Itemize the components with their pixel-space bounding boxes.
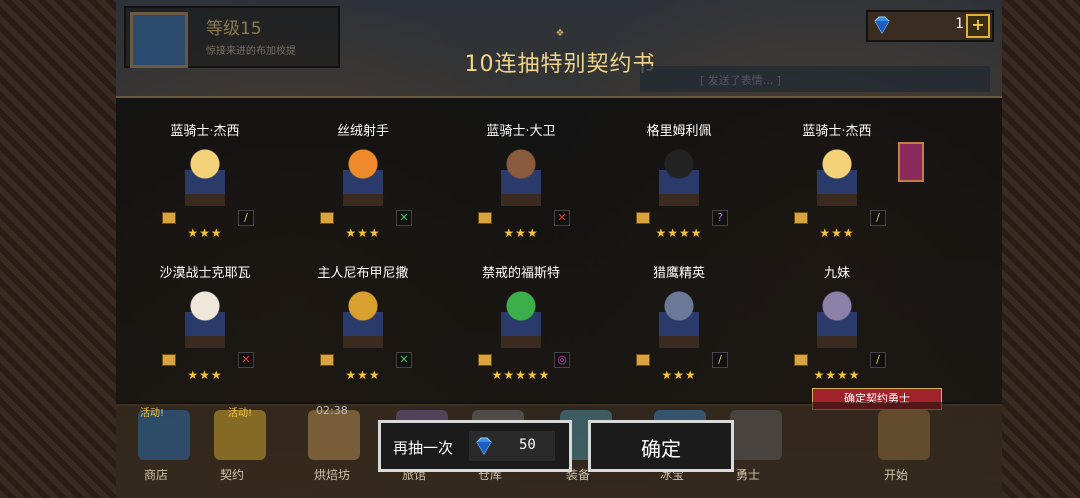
banner-icon [898,142,924,182]
nav-icon [730,410,782,460]
hero-card[interactable]: 九妹 / ★★★★ [772,262,902,402]
player-avatar[interactable] [130,12,188,68]
hero-sprite [185,146,225,206]
draw-again-label: 再抽一次 [393,439,454,457]
diamond-icon [476,437,492,455]
nav-icon [878,410,930,460]
hero-sprite [659,288,699,348]
draw-again-button[interactable]: 再抽一次 50 [378,420,572,472]
hero-card[interactable]: 主人尼布甲尼撒 ✕ ★★★ [298,262,428,402]
star-rating: ★★★ [345,368,381,382]
sword-icon: / [238,210,254,226]
nav-item[interactable]: 商店 [144,466,168,483]
hero-name: 蓝骑士·杰西 [802,124,872,139]
scroll-icon [636,212,650,224]
draw-cost: 50 [519,437,536,453]
hero-name: 九妹 [823,266,850,281]
scroll-icon [636,354,650,366]
activity-badge: 活动! [228,408,253,419]
hero-name: 沙漠战士克耶瓦 [159,266,251,281]
hero-sprite [817,146,857,206]
scroll-icon [320,212,334,224]
scroll-icon [794,354,808,366]
hero-name: 蓝骑士·大卫 [486,124,556,139]
title-ornament-icon: ❖ [555,28,565,39]
add-gems-button[interactable]: + [966,14,990,38]
sword-icon: / [870,352,886,368]
hero-name: 丝绒射手 [336,124,389,139]
scroll-icon [478,354,492,366]
sword-icon: / [870,210,886,226]
hero-sprite [185,288,225,348]
scroll-icon [478,212,492,224]
scroll-icon [320,354,334,366]
bow-icon: ✕ [396,352,412,368]
hero-sprite [659,146,699,206]
cost-box: 50 [469,431,555,461]
star-rating: ★★★ [187,226,223,240]
star-rating: ★★★ [661,368,697,382]
hero-card[interactable]: 丝绒射手 ✕ ★★★ [298,120,428,260]
player-card[interactable]: 等级15 惊接来进的布加校提 [124,6,340,68]
nav-item[interactable]: 勇士 [736,466,760,483]
hero-name: 格里姆利佩 [646,124,712,139]
hero-card[interactable]: 格里姆利佩? ★★★★ [614,120,744,260]
cross-icon: ✕ [238,352,254,368]
star-rating: ★★★★★ [491,368,551,382]
right-frame [1002,0,1080,498]
confirm-label: 确定 [641,437,681,461]
gem-count: 1 [955,16,964,32]
hero-card[interactable]: 蓝骑士·大卫 ✕ ★★★ [456,120,586,260]
sword-icon: / [712,352,728,368]
orb-icon: ◎ [554,352,570,368]
hero-name: 主人尼布甲尼撒 [317,266,409,281]
nav-icon [308,410,360,460]
hero-name: 禁戒的福斯特 [481,266,560,281]
hero-sprite [501,146,541,206]
staff-icon: ? [712,210,728,226]
hero-name: 蓝骑士·杰西 [170,124,240,139]
bow-icon: ✕ [396,210,412,226]
star-rating: ★★★★ [655,226,703,240]
hero-card[interactable]: 猎鹰精英 / ★★★ [614,262,744,402]
activity-badge: 活动! [140,408,165,419]
nav-timer: 02:38 [316,404,348,417]
star-rating: ★★★ [345,226,381,240]
hero-card[interactable]: 禁戒的福斯特 ◎ ★★★★★ [456,262,586,402]
player-level: 等级15 [206,19,262,39]
hero-name: 猎鹰精英 [652,266,705,281]
diamond-icon [874,16,890,34]
star-rating: ★★★ [503,226,539,240]
nav-item[interactable]: 开始 [884,466,908,483]
confirm-button[interactable]: 确定 [588,420,734,472]
scroll-icon [162,212,176,224]
hero-sprite [343,146,383,206]
left-frame [0,0,116,498]
scroll-icon [794,212,808,224]
nav-item[interactable]: 契约 [220,466,244,483]
nav-item[interactable]: 烘焙坊 [314,466,350,483]
cross-icon: ✕ [554,210,570,226]
hero-sprite [343,288,383,348]
hero-sprite [817,288,857,348]
chat-hint: [ 发送了表情... ] [640,66,990,92]
hero-card[interactable]: 蓝骑士·杰西 / ★★★ [140,120,270,260]
star-rating: ★★★ [187,368,223,382]
star-rating: ★★★★ [813,368,861,382]
scroll-icon [162,354,176,366]
player-tagline: 惊接来进的布加校提 [206,46,296,57]
hero-card[interactable]: 沙漠战士克耶瓦 ✕ ★★★ [140,262,270,402]
gem-counter: 1 + [866,10,994,42]
hero-sprite [501,288,541,348]
star-rating: ★★★ [819,226,855,240]
hero-card[interactable]: 蓝骑士·杰西 / ★★★ [772,120,902,260]
